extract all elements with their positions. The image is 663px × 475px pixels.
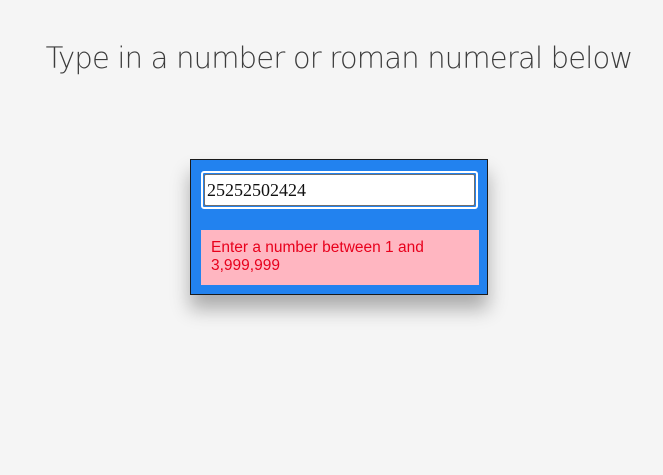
converter-card: Enter a number between 1 and 3,999,999	[190, 159, 488, 295]
input-focus-ring	[201, 171, 478, 209]
number-input[interactable]	[204, 174, 475, 206]
error-message-box: Enter a number between 1 and 3,999,999	[201, 230, 479, 285]
page-title: Type in a number or roman numeral below	[45, 41, 634, 76]
error-message: Enter a number between 1 and 3,999,999	[211, 239, 424, 274]
